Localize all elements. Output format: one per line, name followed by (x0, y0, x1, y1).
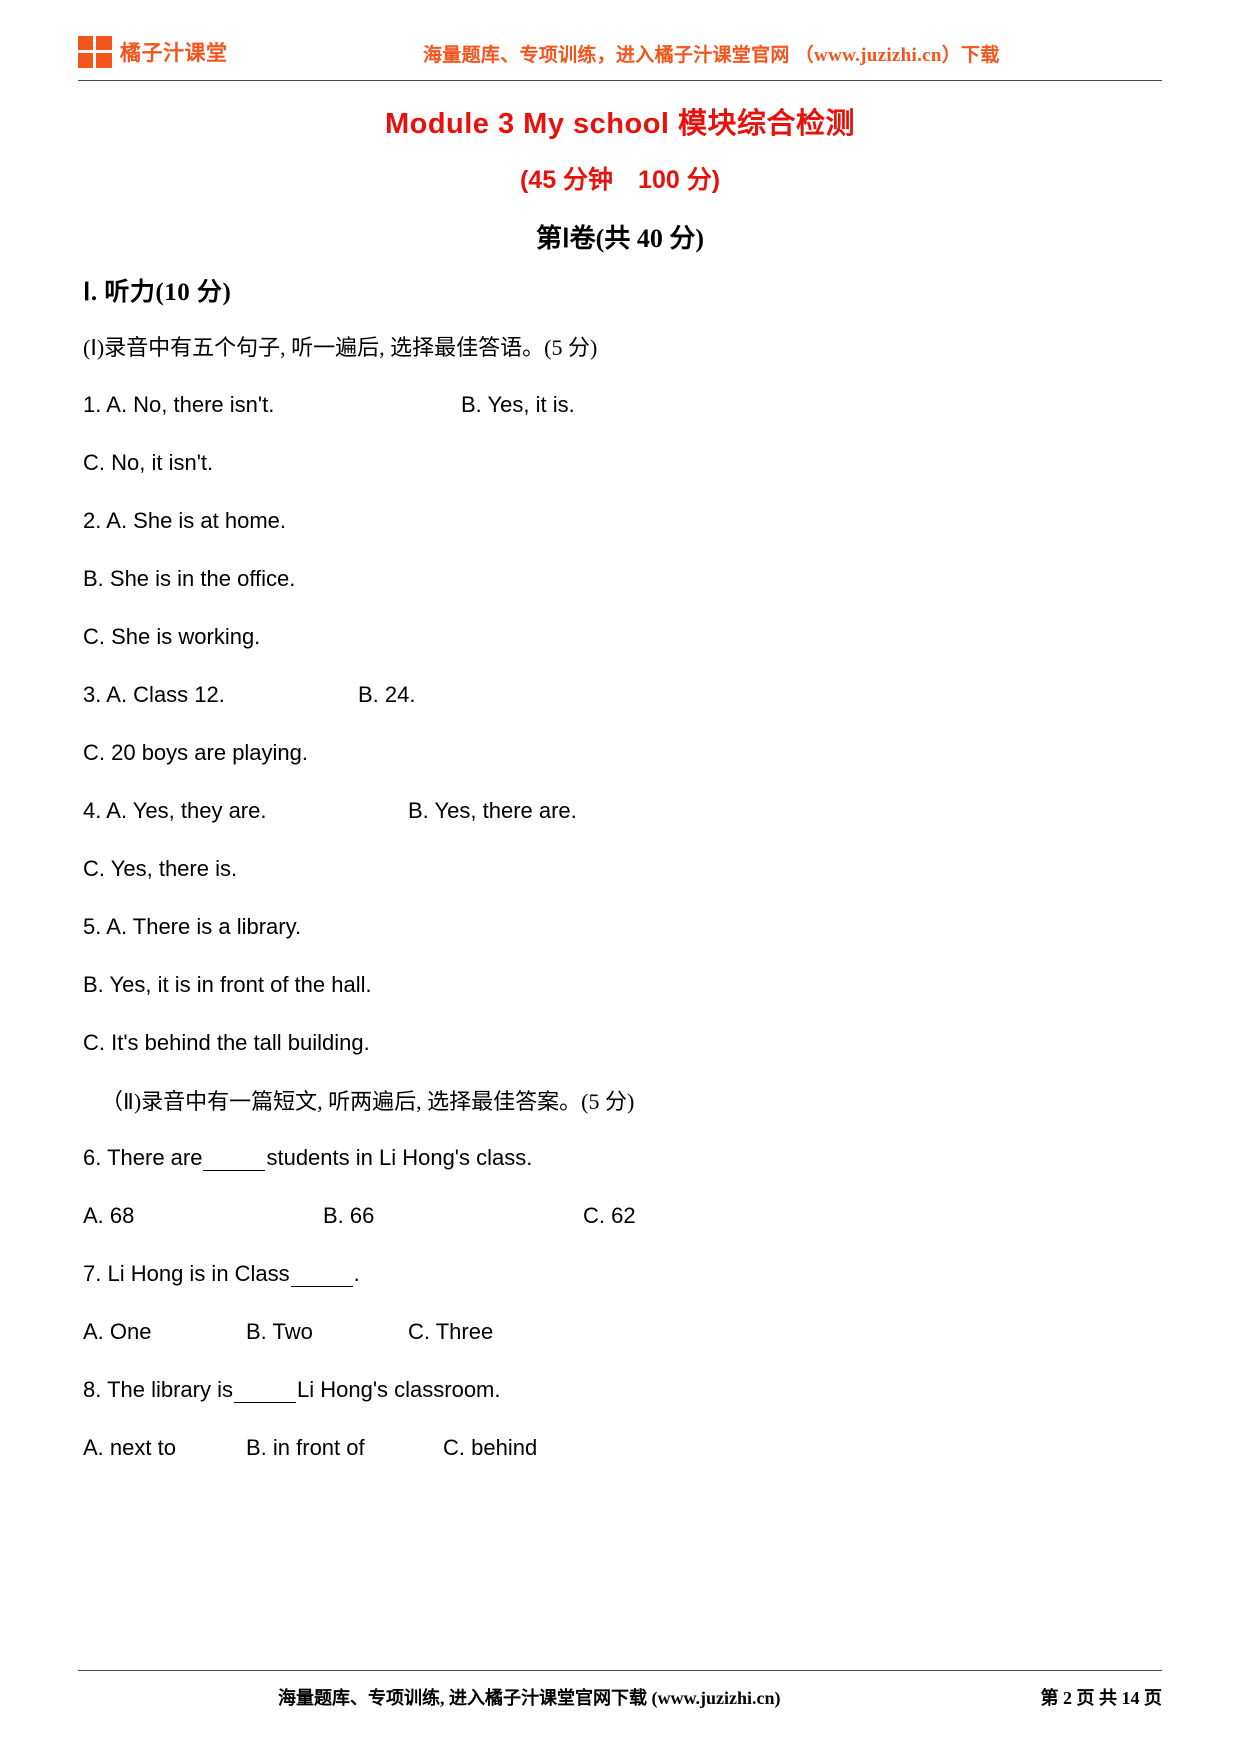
question-row: A. 68 B. 66 C. 62 (83, 1203, 1158, 1229)
instruction-part-2: （Ⅱ)录音中有一篇短文, 听两遍后, 选择最佳答案。(5 分) (101, 1088, 635, 1114)
question-2-option-b: B. She is in the office. (83, 565, 296, 591)
part-title: 第Ⅰ卷(共 40 分) (536, 224, 704, 253)
question-7-stem: 7. Li Hong is in Class. (83, 1261, 360, 1288)
question-1-option-b: B. Yes, it is. (461, 391, 575, 417)
document-page: 橘子汁课堂 海量题库、专项训练，进入橘子汁课堂官网 （www.juzizhi.c… (0, 0, 1240, 1754)
answer-blank (203, 1152, 266, 1172)
question-row: A. One B. Two C. Three (83, 1319, 1158, 1345)
question-6-option-b: B. 66 (323, 1203, 375, 1228)
question-row: C. Yes, there is. (83, 856, 1158, 882)
question-7-option-a: A. One (83, 1319, 152, 1344)
footer-note: 海量题库、专项训练, 进入橘子汁课堂官网下载 (www.juzizhi.cn) (278, 1688, 781, 1708)
question-row: 3. A. Class 12. B. 24. (83, 682, 1158, 708)
question-row: 1. A. No, there isn't. B. Yes, it is. (83, 392, 1158, 418)
brand: 橘子汁课堂 (78, 36, 228, 68)
question-4-option-c: C. Yes, there is. (83, 855, 238, 881)
question-6-option-c: C. 62 (583, 1203, 636, 1228)
question-row: 8. The library is Li Hong's classroom. (83, 1377, 1158, 1404)
page-footer: 海量题库、专项训练, 进入橘子汁课堂官网下载 (www.juzizhi.cn) … (78, 1684, 1162, 1718)
question-3-stem: 3. A. Class 12. (83, 681, 225, 707)
question-8-option-c: C. behind (443, 1435, 538, 1460)
section-heading-listening: Ⅰ. 听力(10 分) (83, 279, 232, 306)
question-6-stem: 6. There are students in Li Hong's class. (83, 1145, 533, 1172)
question-1-stem: 1. A. No, there isn't. (83, 391, 275, 417)
question-8-option-a: A. next to (83, 1435, 176, 1460)
instruction-part-1: (Ⅰ)录音中有五个句子, 听一遍后, 选择最佳答语。(5 分) (83, 335, 598, 360)
answer-blank (234, 1384, 296, 1404)
question-3-option-b: B. 24. (358, 681, 416, 707)
exam-subtitle: (45 分钟 100 分) (519, 166, 721, 194)
question-7-option-c: C. Three (408, 1319, 494, 1344)
question-8-option-b: B. in front of (246, 1435, 365, 1460)
question-3-option-c: C. 20 boys are playing. (83, 739, 309, 765)
page-number: 第 2 页 共 14 页 (1040, 1688, 1163, 1708)
question-row: 2. A. She is at home. (83, 508, 1158, 534)
question-8-stem: 8. The library is Li Hong's classroom. (83, 1377, 501, 1404)
question-row: 7. Li Hong is in Class. (83, 1261, 1158, 1288)
question-row: 4. A. Yes, they are. B. Yes, there are. (83, 798, 1158, 824)
question-row: B. Yes, it is in front of the hall. (83, 972, 1158, 998)
question-2-option-c: C. She is working. (83, 623, 261, 649)
question-row: 6. There are students in Li Hong's class. (83, 1145, 1158, 1172)
question-7-option-b: B. Two (246, 1319, 313, 1344)
page-title: Module 3 My school 模块综合检测 (384, 108, 856, 140)
question-row: C. 20 boys are playing. (83, 740, 1158, 766)
question-1-option-c: C. No, it isn't. (83, 449, 214, 475)
brand-name: 橘子汁课堂 (120, 41, 228, 65)
page-header: 橘子汁课堂 海量题库、专项训练，进入橘子汁课堂官网 （www.juzizhi.c… (78, 28, 1162, 86)
header-divider (78, 80, 1162, 81)
question-4-option-b: B. Yes, there are. (408, 797, 577, 823)
question-row: 5. A. There is a library. (83, 914, 1158, 940)
question-5-option-b: B. Yes, it is in front of the hall. (83, 971, 372, 997)
footer-divider (78, 1670, 1162, 1671)
question-row: B. She is in the office. (83, 566, 1158, 592)
four-square-logo-icon (78, 36, 112, 68)
question-6-option-a: A. 68 (83, 1203, 135, 1228)
header-slogan: 海量题库、专项训练，进入橘子汁课堂官网 （www.juzizhi.cn）下载 (423, 45, 1000, 66)
answer-blank (290, 1268, 353, 1288)
document-content: Ⅰ. 听力(10 分) (Ⅰ)录音中有五个句子, 听一遍后, 选择最佳答语。(5… (83, 272, 1158, 1493)
question-row: C. She is working. (83, 624, 1158, 650)
question-2-stem: 2. A. She is at home. (83, 507, 287, 533)
question-4-stem: 4. A. Yes, they are. (83, 797, 267, 823)
question-5-option-c: C. It's behind the tall building. (83, 1029, 370, 1055)
question-row: A. next to B. in front of C. behind (83, 1435, 1158, 1461)
question-row: C. No, it isn't. (83, 450, 1158, 476)
question-row: C. It's behind the tall building. (83, 1030, 1158, 1056)
question-5-stem: 5. A. There is a library. (83, 913, 302, 939)
